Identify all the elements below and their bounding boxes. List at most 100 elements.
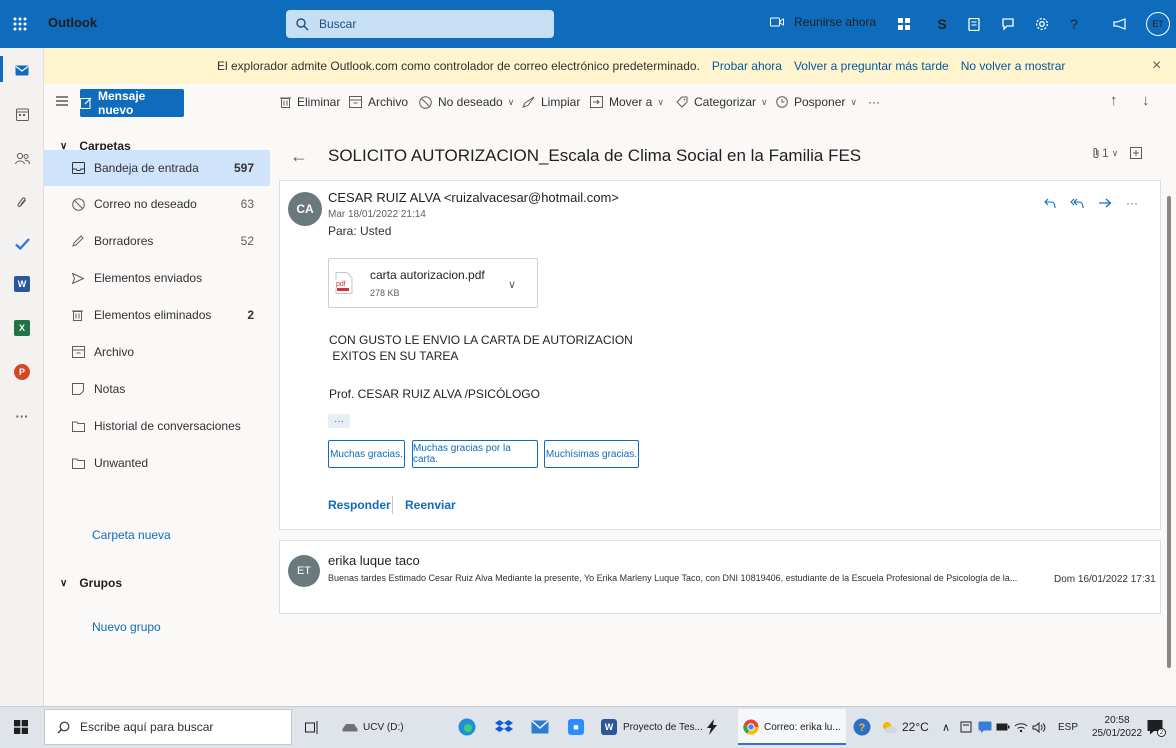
scrollbar-thumb[interactable] <box>1167 196 1171 668</box>
task-view-icon[interactable] <box>305 716 319 738</box>
word-app-icon[interactable]: W <box>6 270 38 298</box>
folder-unwanted[interactable]: Unwanted <box>44 445 270 481</box>
quick-reply-button[interactable]: Muchísimas gracias. <box>544 440 639 468</box>
more-actions-icon[interactable]: ··· <box>1126 196 1138 210</box>
reading-scrollbar[interactable] <box>1167 182 1172 668</box>
search-input[interactable]: Buscar <box>319 17 356 31</box>
skype-icon[interactable]: S <box>931 13 953 35</box>
hamburger-menu-icon[interactable] <box>56 96 70 106</box>
notification-center-icon[interactable]: 2 <box>1146 718 1166 738</box>
lightning-app-icon[interactable] <box>706 716 718 738</box>
mail-icon[interactable] <box>6 56 38 84</box>
archive-button[interactable]: Archivo <box>349 95 408 109</box>
folder-deleted[interactable]: Elementos eliminados 2 <box>44 297 270 333</box>
new-mail-button[interactable]: Mensaje nuevo <box>80 89 184 117</box>
tray-app-icon[interactable] <box>960 716 972 738</box>
help-icon[interactable]: ? <box>1063 13 1085 35</box>
feedback-icon[interactable] <box>997 13 1019 35</box>
chevron-down-icon[interactable]: ∨ <box>508 278 516 291</box>
weather-widget[interactable]: 22°C <box>880 716 929 738</box>
app-title[interactable]: Outlook <box>48 15 97 30</box>
folder-conversation-history[interactable]: Historial de conversaciones <box>44 408 270 444</box>
move-folder-icon <box>590 96 603 108</box>
folder-notes[interactable]: Notas <box>44 371 270 407</box>
account-avatar[interactable]: ET <box>1146 12 1170 36</box>
edge-icon[interactable] <box>458 716 476 738</box>
forward-icon[interactable] <box>1098 198 1112 208</box>
arrow-down-icon[interactable]: ↓ <box>1142 92 1150 109</box>
taskbar-search-input[interactable]: Escribe aquí para buscar <box>80 720 213 734</box>
show-more-button[interactable]: ··· <box>328 414 350 428</box>
wifi-icon[interactable] <box>1014 716 1028 738</box>
show-hidden-icons-chevron-icon[interactable]: ∧ <box>942 716 950 738</box>
taskbar-drive-item[interactable]: UCV (D:) <box>342 716 404 738</box>
close-icon[interactable]: × <box>1152 58 1168 74</box>
arrow-up-icon[interactable]: ↑ <box>1110 92 1118 109</box>
sweep-button[interactable]: Limpiar <box>522 95 580 109</box>
quick-reply-button[interactable]: Muchas gracias por la carta. <box>412 440 538 468</box>
new-folder-link[interactable]: Carpeta nueva <box>92 528 171 542</box>
meet-now-button[interactable]: Reunirse ahora <box>770 15 876 29</box>
search-box[interactable]: Buscar <box>286 10 554 38</box>
teams-grid-icon[interactable] <box>893 13 915 35</box>
reply-icon[interactable] <box>1044 198 1056 209</box>
powerpoint-app-icon[interactable]: P <box>6 358 38 386</box>
attachment-count[interactable]: 1 ∨ <box>1092 146 1143 160</box>
new-group-link[interactable]: Nuevo grupo <box>92 620 161 634</box>
new-mail-label: Mensaje nuevo <box>98 89 146 117</box>
battery-icon[interactable] <box>996 716 1010 738</box>
word-window-label: Proyecto de Tes... <box>623 721 703 733</box>
windows-start-icon[interactable] <box>14 720 28 734</box>
word-online-icon[interactable] <box>963 13 985 35</box>
quick-reply-button[interactable]: Muchas gracias. <box>328 440 405 468</box>
more-commands-button[interactable]: ··· <box>868 95 880 109</box>
sender-name[interactable]: CESAR RUIZ ALVA <ruizalvacesar@hotmail.c… <box>328 190 619 205</box>
settings-gear-icon[interactable] <box>1031 13 1053 35</box>
people-icon[interactable] <box>6 144 38 172</box>
dropbox-icon[interactable] <box>495 716 513 738</box>
taskbar-search-box[interactable]: Escribe aquí para buscar <box>44 709 292 745</box>
folder-archive[interactable]: Archivo <box>44 334 270 370</box>
app-launcher-icon[interactable] <box>8 12 32 36</box>
excel-app-icon[interactable]: X <box>6 314 38 342</box>
sender-avatar[interactable]: ET <box>288 555 320 587</box>
move-to-button[interactable]: Mover a ∨ <box>590 95 664 109</box>
todo-check-icon[interactable] <box>6 230 38 258</box>
groups-header[interactable]: ∨ Grupos <box>60 576 122 590</box>
block-icon <box>72 197 88 211</box>
folder-sent[interactable]: Elementos enviados <box>44 260 270 296</box>
folder-drafts[interactable]: Borradores 52 <box>44 223 270 259</box>
forward-link[interactable]: Reenviar <box>405 498 456 512</box>
delete-button[interactable]: Eliminar <box>280 95 340 109</box>
open-new-window-icon[interactable] <box>1130 147 1143 159</box>
back-arrow-icon[interactable]: ← <box>290 146 308 167</box>
try-now-link[interactable]: Probar ahora <box>712 59 782 73</box>
input-language[interactable]: ESP <box>1058 716 1078 738</box>
junk-button[interactable]: No deseado ∨ <box>419 95 514 109</box>
meet-now-label: Reunirse ahora <box>794 15 877 29</box>
taskbar-clock[interactable]: 20:58 25/01/2022 <box>1092 714 1142 740</box>
sender-name[interactable]: erika luque taco <box>328 553 420 568</box>
reply-link[interactable]: Responder <box>328 498 391 512</box>
snooze-button[interactable]: Posponer ∨ <box>776 95 857 109</box>
attachment-name[interactable]: carta autorizacion.pdf <box>370 268 485 282</box>
megaphone-icon[interactable] <box>1109 13 1131 35</box>
categorize-button[interactable]: Categorizar ∨ <box>676 95 768 109</box>
help-app-icon[interactable]: ? <box>853 716 871 738</box>
taskbar-chrome-window[interactable]: Correo: erika lu... <box>743 716 841 738</box>
folder-junk[interactable]: Correo no deseado 63 <box>44 186 270 222</box>
tray-chat-icon[interactable] <box>978 716 992 738</box>
zoom-app-icon[interactable]: ■ <box>568 716 590 738</box>
calendar-icon[interactable] <box>6 100 38 128</box>
folder-inbox[interactable]: Bandeja de entrada 597 <box>44 150 270 186</box>
volume-icon[interactable] <box>1032 716 1046 738</box>
sender-avatar[interactable]: CA <box>288 192 322 226</box>
attachment-card[interactable] <box>328 258 538 308</box>
dont-show-again-link[interactable]: No volver a mostrar <box>961 59 1066 73</box>
taskbar-word-window[interactable]: W Proyecto de Tes... <box>601 716 703 738</box>
attachment-files-icon[interactable] <box>6 188 38 216</box>
more-apps-icon[interactable]: ··· <box>6 402 38 430</box>
ask-later-link[interactable]: Volver a preguntar más tarde <box>794 59 949 73</box>
reply-all-icon[interactable] <box>1070 198 1084 209</box>
mail-app-icon[interactable] <box>531 716 549 738</box>
